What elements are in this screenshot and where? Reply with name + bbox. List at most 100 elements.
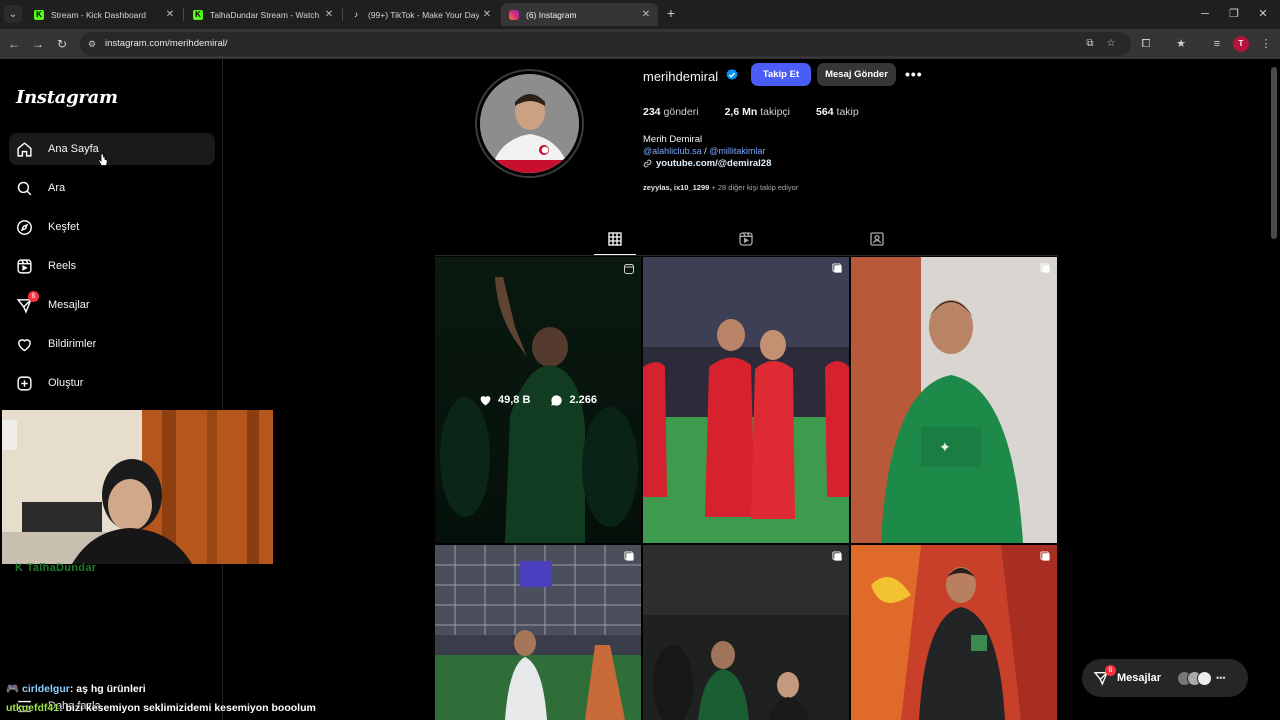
tab-reels-icon[interactable] [738,231,754,247]
stat-value: 564 [816,106,834,118]
stat-value: 2,6 Mn [724,106,758,118]
messages-floating-button[interactable]: 6 Mesajlar ••• [1082,659,1248,697]
grid-post-5[interactable] [643,545,849,720]
menu-icon[interactable]: ⋮ [1259,37,1273,51]
comment-filled-icon [551,394,563,406]
close-tab-icon[interactable]: ✕ [162,9,178,20]
sidebar-item-explore[interactable]: Keşfet [9,211,215,243]
stat-label: takip [836,106,859,118]
sidebar-item-label: Keşfet [48,221,80,233]
forward-button[interactable]: → [30,36,46,52]
instagram-icon [509,9,519,20]
profile-avatar-image[interactable] [480,74,579,173]
followers-count[interactable]: 2,6 Mn takipçi [725,106,790,118]
profile-stats: 234 gönderi 2,6 Mn takipçi 564 takip [643,106,885,118]
browser-tab-3[interactable]: ♪ (99+) TikTok - Make Your Day ✕ [343,3,499,26]
watermark-text: TalhaDundar [26,562,97,574]
minimize-button[interactable]: ─ [1190,5,1220,23]
url-text: instagram.com/merihdemiral/ [105,38,228,49]
likes-count: 49,8 B [479,394,530,407]
tabs-divider [435,255,1058,256]
maximize-button[interactable]: ❐ [1219,5,1249,23]
site-info-icon[interactable]: ⚙ [86,38,98,50]
browser-tab-4-active[interactable]: (6) Instagram ✕ [501,3,658,26]
grid-post-3[interactable]: ✦ [851,257,1057,543]
message-button[interactable]: Mesaj Gönder [817,63,896,86]
browser-tab-1[interactable]: K Stream - Kick Dashboard ✕ [26,3,182,26]
grid-post-2[interactable] [643,257,849,543]
page-scrollbar[interactable] [1271,67,1277,239]
stat-label: gönderi [663,106,699,118]
profile-avatar[interactable]: T [1233,36,1249,52]
followed-by-rest: + 28 diğer kişi takip ediyor [709,183,799,192]
home-icon [15,140,33,158]
link-icon [643,159,652,168]
messenger-icon: 6 [1093,665,1116,686]
close-window-button[interactable]: ✕ [1248,5,1278,23]
bio-mention-millitakimlar[interactable]: @millitakimlar [709,146,765,156]
sidebar-item-label: Reels [48,260,77,272]
sidebar-item-label: Oluştur [48,377,84,389]
tab-posts-grid-icon[interactable] [607,231,623,247]
tab-separator [183,8,184,21]
grid-post-4[interactable] [435,545,641,720]
bio-mention-alahli[interactable]: @alahliclub.sa [643,146,702,156]
profile-full-name: Merih Demiral [643,134,703,145]
chat-text: : bizi kesemiyon seklimizidemi kesemiyon… [59,702,316,714]
close-tab-icon[interactable]: ✕ [479,9,495,20]
sidebar-item-messages[interactable]: 6 Mesajlar [9,289,215,321]
post-hover-overlay: 49,8 B 2.266 [435,257,641,543]
close-tab-icon[interactable]: ✕ [638,9,654,20]
more-icon: ••• [1216,673,1226,683]
sidebar-item-home[interactable]: Ana Sayfa [9,133,215,165]
verified-badge-icon [726,68,738,80]
tab-tagged-icon[interactable] [869,231,885,247]
media-control-icon[interactable]: ≡ [1210,37,1224,51]
bookmarks-icon[interactable]: ★ [1174,37,1188,51]
install-app-icon[interactable]: ⧉ [1084,38,1096,50]
reel-indicator-icon [624,264,634,274]
grid-post-6[interactable] [851,545,1057,720]
back-button[interactable]: ← [6,36,22,52]
tab-search-button[interactable]: ⌄ [4,5,22,23]
profile-username: merihdemiral [643,69,719,84]
following-count[interactable]: 564 takip [816,106,859,118]
stat-label: takipçi [760,106,791,118]
sidebar-item-reels[interactable]: Reels [9,250,215,282]
chat-message-1: 🎮 cirldelgur: aş hg ürünleri [6,683,146,695]
messages-label: Mesajlar [1117,672,1162,684]
address-bar[interactable]: ⚙ instagram.com/merihdemiral/ ⧉ ☆ [80,32,1131,56]
kick-icon: K [34,9,44,20]
svg-text:✦: ✦ [939,440,951,456]
bookmark-star-icon[interactable]: ☆ [1105,38,1117,50]
carousel-indicator-icon [1040,551,1050,561]
streamer-webcam-overlay [2,410,273,564]
chat-message-2: utkuefdf41: bizi kesemiyon seklimizidemi… [6,702,316,714]
grid-post-1[interactable]: 49,8 B 2.266 [435,257,641,543]
chat-text: : aş hg ürünleri [69,683,146,695]
carousel-indicator-icon [624,551,634,561]
kick-icon: K [193,9,203,20]
sidebar-item-label: Ana Sayfa [48,143,99,155]
follow-button[interactable]: Takip Et [751,63,811,86]
sidebar-item-label: Bildirimler [48,338,97,350]
external-link[interactable]: youtube.com/@demiral28 [643,158,771,169]
new-tab-button[interactable]: + [664,6,678,20]
close-tab-icon[interactable]: ✕ [321,9,337,20]
likes-value: 49,8 B [498,394,531,406]
streamer-watermark: K TalhaDundar [15,562,97,574]
extensions-icon[interactable]: ⧠ [1139,37,1153,51]
sidebar-item-create[interactable]: Oluştur [9,367,215,399]
browser-tab-2[interactable]: K TalhaDundar Stream - Watch Live ✕ [185,3,341,26]
followed-by[interactable]: zeyylas, ix10_1299 + 28 diğer kişi takip… [643,183,798,192]
more-options-icon[interactable]: ••• [905,66,923,82]
heart-icon [15,335,33,353]
plus-square-icon [15,374,33,392]
instagram-logo[interactable]: Instagram [16,87,118,108]
reload-button[interactable]: ↻ [54,36,70,52]
sidebar-item-search[interactable]: Ara [9,172,215,204]
browser-tab-bar: ⌄ K Stream - Kick Dashboard ✕ K TalhaDun… [0,0,1280,29]
search-icon [15,179,33,197]
sidebar-item-notifications[interactable]: Bildirimler [9,328,215,360]
carousel-indicator-icon [832,551,842,561]
